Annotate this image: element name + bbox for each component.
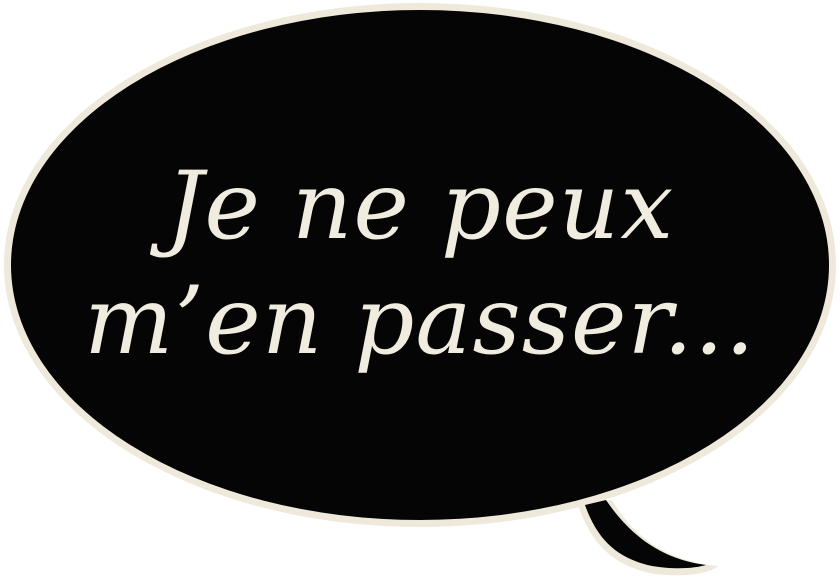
speech-line-2: m’en passer... — [84, 267, 756, 376]
speech-bubble-tail — [585, 500, 706, 569]
speech-bubble-text: Je ne peux m’en passer... — [60, 95, 780, 435]
speech-bubble-canvas: Je ne peux m’en passer... — [0, 0, 840, 578]
speech-line-1: Je ne peux — [165, 152, 675, 262]
